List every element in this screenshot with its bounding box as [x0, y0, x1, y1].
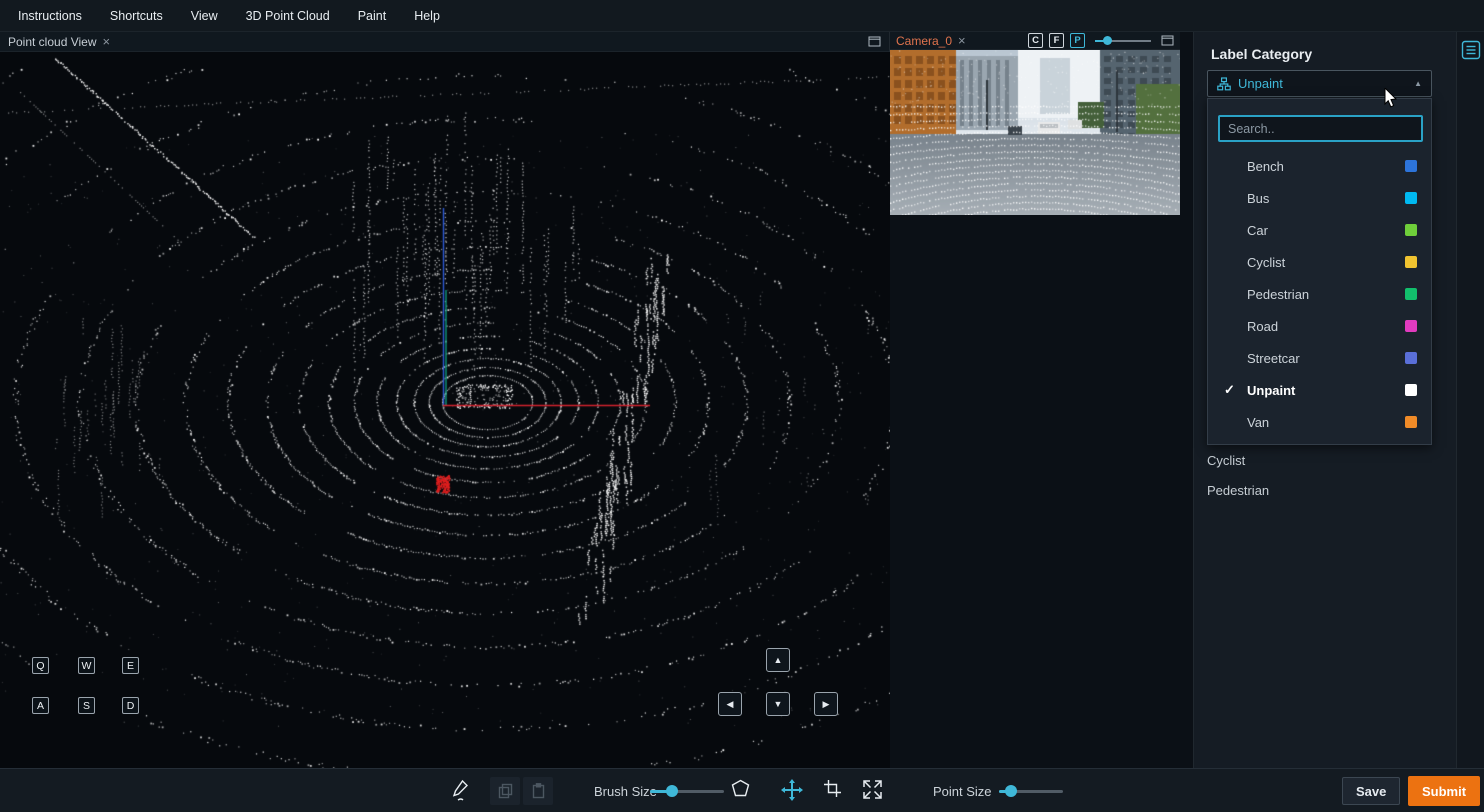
- category-search-input[interactable]: [1218, 115, 1423, 142]
- brush-tool-icon[interactable]: [452, 779, 469, 802]
- camera-maximize-panel-icon[interactable]: [1161, 35, 1174, 46]
- category-option-road[interactable]: ✓ Road: [1208, 310, 1431, 342]
- menu-view[interactable]: View: [191, 9, 218, 23]
- paste-labels-button[interactable]: [523, 777, 553, 805]
- category-option-bench[interactable]: ✓ Bench: [1208, 150, 1431, 182]
- camera-tabbar: Camera_0 × C F P: [890, 32, 1180, 50]
- camera-tab[interactable]: Camera_0: [896, 34, 952, 48]
- pan-right-button[interactable]: ▶: [814, 692, 838, 716]
- label-category-title: Label Category: [1211, 46, 1312, 62]
- point-size-slider[interactable]: [999, 785, 1063, 797]
- slider-thumb[interactable]: [666, 785, 678, 797]
- move-tool-icon[interactable]: [780, 778, 804, 802]
- camera-toggle-c[interactable]: C: [1028, 33, 1043, 48]
- key-hint-e[interactable]: E: [122, 657, 139, 674]
- category-label: Bus: [1247, 191, 1269, 206]
- pan-left-button[interactable]: ◀: [718, 692, 742, 716]
- camera-toggle-p[interactable]: P: [1070, 33, 1085, 48]
- menu-shortcuts[interactable]: Shortcuts: [110, 9, 163, 23]
- expand-fullscreen-icon[interactable]: [862, 779, 883, 800]
- label-sidebar: Label Category Unpaint ▲ ✓ Bench ✓ Bus ✓: [1193, 32, 1456, 768]
- key-hint-w[interactable]: W: [78, 657, 95, 674]
- category-option-bus[interactable]: ✓ Bus: [1208, 182, 1431, 214]
- pan-up-button[interactable]: ▲: [766, 648, 790, 672]
- menu-bar: Instructions Shortcuts View 3D Point Clo…: [0, 0, 1484, 32]
- label-list-panel-icon[interactable]: [1461, 40, 1481, 60]
- submit-button[interactable]: Submit: [1408, 776, 1480, 806]
- polygon-tool-icon[interactable]: [731, 779, 750, 797]
- copy-labels-button[interactable]: [490, 777, 520, 805]
- key-hint-s[interactable]: S: [78, 697, 95, 714]
- category-option-van[interactable]: ✓ Van: [1208, 406, 1431, 438]
- category-label: Pedestrian: [1247, 287, 1309, 302]
- category-label: Bench: [1247, 159, 1284, 174]
- slider-thumb[interactable]: [1103, 36, 1112, 45]
- camera-close-icon[interactable]: ×: [958, 34, 966, 47]
- category-label: Van: [1247, 415, 1269, 430]
- brush-size-label: Brush Size: [594, 784, 657, 799]
- color-swatch: [1405, 160, 1417, 172]
- key-hint-d[interactable]: D: [122, 697, 139, 714]
- right-utility-strip: [1456, 32, 1484, 768]
- color-swatch: [1405, 224, 1417, 236]
- point-cloud-view-tab[interactable]: Point cloud View: [8, 35, 97, 49]
- crop-frame-icon[interactable]: [823, 779, 842, 798]
- slider-thumb[interactable]: [1005, 785, 1017, 797]
- color-swatch: [1405, 384, 1417, 396]
- maximize-panel-icon[interactable]: [868, 36, 881, 47]
- label-instance-cyclist[interactable]: Cyclist: [1207, 453, 1245, 468]
- point-cloud-panel: Point cloud View × Q W E A S D ▲ ◀ ▼ ▶: [0, 32, 890, 768]
- pan-down-button[interactable]: ▼: [766, 692, 790, 716]
- menu-3d-point-cloud[interactable]: 3D Point Cloud: [246, 9, 330, 23]
- key-hint-q[interactable]: Q: [32, 657, 49, 674]
- brush-size-slider[interactable]: [650, 785, 724, 797]
- category-label: Unpaint: [1247, 383, 1295, 398]
- key-hint-a[interactable]: A: [32, 697, 49, 714]
- check-icon: ✓: [1224, 382, 1240, 398]
- category-option-pedestrian[interactable]: ✓ Pedestrian: [1208, 278, 1431, 310]
- menu-help[interactable]: Help: [414, 9, 440, 23]
- category-icon: [1217, 77, 1231, 91]
- dropdown-selected-label: Unpaint: [1238, 76, 1283, 91]
- camera-panel: Camera_0 × C F P: [890, 32, 1180, 215]
- camera-toggle-f[interactable]: F: [1049, 33, 1064, 48]
- menu-paint[interactable]: Paint: [358, 9, 387, 23]
- menu-instructions[interactable]: Instructions: [18, 9, 82, 23]
- category-label: Car: [1247, 223, 1268, 238]
- label-instance-pedestrian[interactable]: Pedestrian: [1207, 483, 1269, 498]
- color-swatch: [1405, 256, 1417, 268]
- category-dropdown-panel: ✓ Bench ✓ Bus ✓ Car ✓ Cyclist ✓ Pedestri…: [1207, 98, 1432, 445]
- caret-up-icon: ▲: [1414, 79, 1422, 88]
- color-swatch: [1405, 320, 1417, 332]
- bottom-toolbar: Brush Size Point Size Save: [0, 768, 1484, 812]
- color-swatch: [1405, 192, 1417, 204]
- category-label: Cyclist: [1247, 255, 1285, 270]
- category-option-cyclist[interactable]: ✓ Cyclist: [1208, 246, 1431, 278]
- save-button[interactable]: Save: [1342, 777, 1400, 805]
- label-category-dropdown[interactable]: Unpaint ▲: [1207, 70, 1432, 97]
- point-cloud-tabbar: Point cloud View ×: [0, 32, 889, 52]
- color-swatch: [1405, 352, 1417, 364]
- color-swatch: [1405, 288, 1417, 300]
- category-label: Road: [1247, 319, 1278, 334]
- camera-image-canvas[interactable]: [890, 50, 1180, 215]
- category-option-streetcar[interactable]: ✓ Streetcar: [1208, 342, 1431, 374]
- category-option-car[interactable]: ✓ Car: [1208, 214, 1431, 246]
- close-icon[interactable]: ×: [103, 35, 111, 48]
- category-label: Streetcar: [1247, 351, 1300, 366]
- camera-overlay-slider[interactable]: [1095, 35, 1151, 47]
- point-size-label: Point Size: [933, 784, 992, 799]
- category-option-unpaint[interactable]: ✓ Unpaint: [1208, 374, 1431, 406]
- color-swatch: [1405, 416, 1417, 428]
